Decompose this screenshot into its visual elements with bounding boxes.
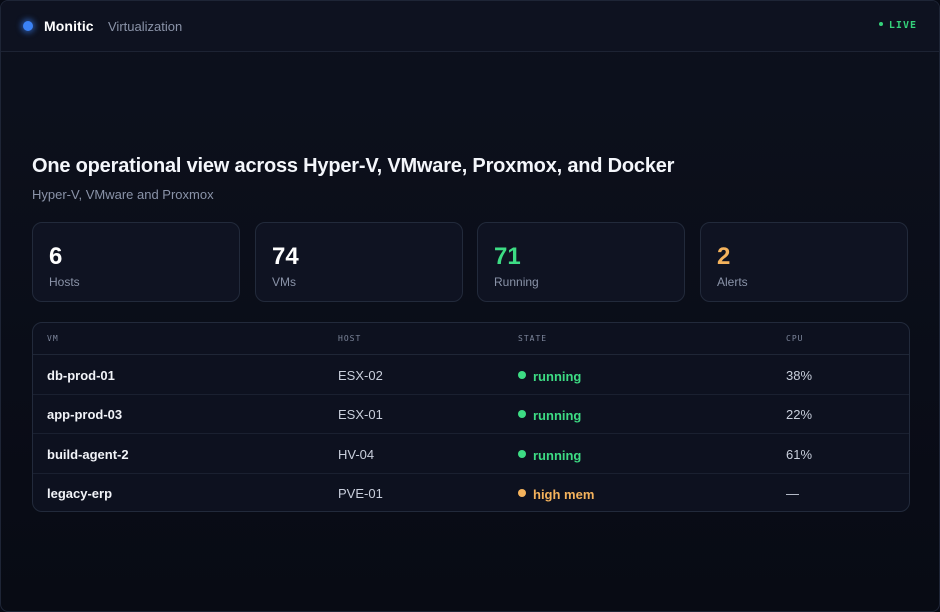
page-subtitle: Hyper-V, VMware and Proxmox (32, 187, 214, 202)
vm-name[interactable]: build-agent-2 (47, 447, 129, 462)
brand-dot-icon (23, 21, 33, 31)
stat-value: 74 (272, 243, 299, 270)
column-header-host[interactable]: HOST (338, 334, 361, 343)
live-dot-icon (878, 22, 883, 26)
vm-name[interactable]: db-prod-01 (47, 368, 115, 383)
table-row[interactable]: app-prod-03 ESX-01 running 22% (33, 394, 909, 434)
column-header-state[interactable]: STATE (518, 334, 547, 343)
vm-name[interactable]: app-prod-03 (47, 407, 122, 422)
stat-label: Running (494, 275, 539, 289)
stat-value: 2 (717, 243, 731, 270)
app-window: Monitic Virtualization LIVE One operatio… (0, 0, 940, 612)
stat-value: 71 (494, 243, 521, 270)
state-label: running (533, 408, 582, 423)
page-title: One operational view across Hyper-V, VMw… (32, 155, 675, 177)
column-header-cpu[interactable]: CPU (786, 334, 803, 343)
stat-label: Alerts (717, 275, 748, 289)
host-name: ESX-02 (338, 368, 383, 383)
vm-table: VM HOST STATE CPU db-prod-01 ESX-02 runn… (32, 322, 910, 512)
status-dot-icon (518, 450, 526, 458)
state-label: running (533, 448, 582, 463)
cpu-value: 38% (786, 368, 813, 383)
brand-name[interactable]: Monitic (44, 18, 94, 34)
cpu-value: 22% (786, 407, 813, 422)
live-label: LIVE (888, 20, 917, 31)
stat-card-vms[interactable]: 74 VMs (255, 222, 463, 302)
state-label: high mem (533, 487, 595, 502)
status-dot-icon (518, 371, 526, 379)
host-name: ESX-01 (338, 407, 383, 422)
cpu-value: 61% (786, 447, 813, 462)
table-header: VM HOST STATE CPU (33, 323, 909, 355)
status-dot-icon (518, 489, 526, 497)
stat-label: Hosts (49, 275, 80, 289)
host-name: PVE-01 (338, 486, 383, 501)
stat-card-hosts[interactable]: 6 Hosts (32, 222, 240, 302)
state-label: running (533, 369, 582, 384)
vm-name[interactable]: legacy-erp (47, 486, 112, 501)
table-row[interactable]: build-agent-2 HV-04 running 61% (33, 434, 909, 474)
stat-label: VMs (272, 275, 296, 289)
status-dot-icon (518, 410, 526, 418)
table-row[interactable]: db-prod-01 ESX-02 running 38% (33, 355, 909, 395)
table-row[interactable]: legacy-erp PVE-01 high mem — (33, 473, 909, 511)
section-label: Virtualization (108, 19, 183, 34)
stat-value: 6 (49, 243, 63, 270)
host-name: HV-04 (338, 447, 375, 462)
stat-card-running[interactable]: 71 Running (477, 222, 685, 302)
stat-card-alerts[interactable]: 2 Alerts (700, 222, 908, 302)
column-header-vm[interactable]: VM (47, 334, 59, 343)
top-bar: Monitic Virtualization LIVE (1, 1, 939, 52)
live-indicator: LIVE (878, 20, 917, 31)
cpu-value: — (786, 486, 799, 501)
